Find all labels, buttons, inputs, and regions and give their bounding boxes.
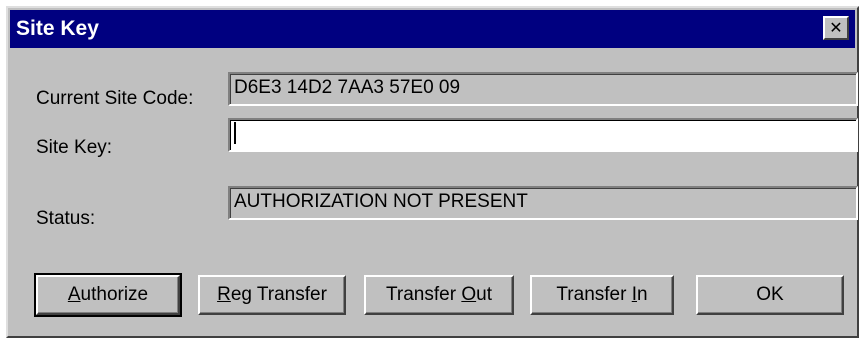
status-field: AUTHORIZATION NOT PRESENT [228, 186, 858, 220]
transfer-in-button-label: Transfer In [556, 284, 647, 306]
ok-button-label: OK [756, 284, 784, 305]
reg-transfer-button-label: Reg Transfer [217, 284, 327, 306]
close-button[interactable]: ✕ [823, 16, 849, 40]
transfer-out-mnemonic: O [461, 284, 477, 305]
ok-button[interactable]: OK [696, 275, 844, 315]
site-key-dialog: Site Key ✕ Current Site Code: D6E3 14D2 … [6, 6, 859, 338]
transfer-out-button-label: Transfer Out [386, 284, 492, 306]
current-site-code-label: Current Site Code: [36, 88, 194, 109]
authorize-mnemonic: A [67, 284, 81, 305]
authorize-button[interactable]: Authorize [34, 273, 182, 317]
transfer-out-label-pre: Transfer [386, 284, 462, 305]
reg-transfer-label-rest: eg Transfer [230, 284, 327, 305]
close-icon: ✕ [829, 18, 843, 37]
transfer-out-label-rest: ut [476, 284, 492, 305]
transfer-in-label-pre: Transfer [556, 284, 632, 305]
authorize-button-label: Authorize [68, 284, 148, 306]
status-label: Status: [36, 208, 96, 229]
authorize-label-rest: uthorize [80, 284, 149, 305]
transfer-in-button[interactable]: Transfer In [530, 275, 674, 315]
title-bar[interactable]: Site Key ✕ [10, 10, 855, 48]
reg-transfer-mnemonic: R [217, 284, 231, 305]
dialog-title: Site Key [16, 17, 99, 40]
transfer-out-button[interactable]: Transfer Out [364, 275, 514, 315]
site-key-input[interactable] [228, 118, 858, 152]
site-key-label: Site Key: [36, 137, 113, 158]
transfer-in-label-rest: n [637, 284, 648, 305]
reg-transfer-button[interactable]: Reg Transfer [198, 275, 346, 315]
text-caret [234, 121, 236, 144]
current-site-code-field: D6E3 14D2 7AA3 57E0 09 [228, 72, 858, 106]
